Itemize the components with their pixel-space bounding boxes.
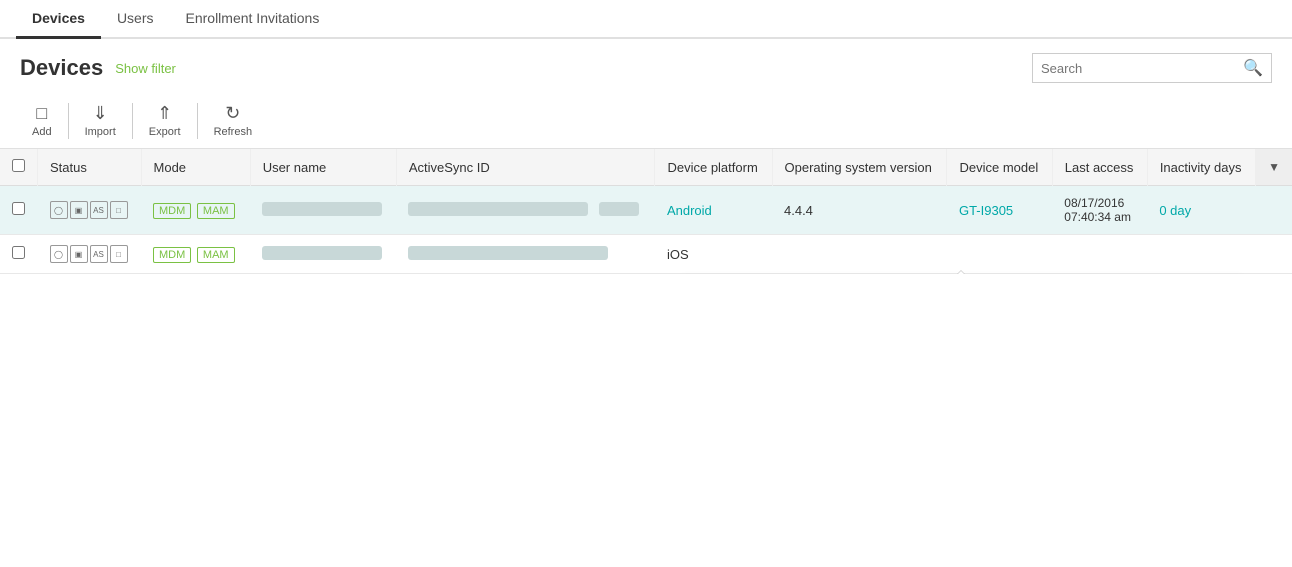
sep-3 (197, 103, 198, 139)
row2-status-icons: ◯ ▣ AS □ (50, 245, 130, 263)
row1-status-icons: ◯ ▣ AS □ (50, 201, 130, 219)
row1-os: 4.4.4 (772, 186, 947, 235)
badge-mam: MAM (197, 203, 235, 219)
android-link[interactable]: Android (667, 203, 712, 218)
row2-os (772, 235, 947, 274)
refresh-label: Refresh (214, 126, 253, 138)
tab-users[interactable]: Users (101, 0, 170, 39)
row2-checkbox[interactable] (12, 246, 25, 259)
row2-status-icon-as: AS (90, 245, 108, 263)
table-container: Status Mode User name ActiveSync ID Devi… (0, 149, 1292, 274)
gt-link[interactable]: GT-I9305 (959, 203, 1013, 218)
page-header: Devices Show filter 🔍 (0, 39, 1292, 93)
col-select-all[interactable] (0, 149, 38, 186)
row2-badge-mam: MAM (197, 247, 235, 263)
col-last-access: Last access (1052, 149, 1147, 186)
export-button[interactable]: ⇑ Export (137, 99, 193, 142)
row2-platform: iOS (655, 235, 772, 274)
row1-checkbox[interactable] (12, 202, 25, 215)
row2-username (250, 235, 396, 274)
col-status: Status (38, 149, 142, 186)
row2-status-icon-3: □ (110, 245, 128, 263)
row2-checkbox-cell[interactable] (0, 235, 38, 274)
page-header-left: Devices Show filter (20, 55, 176, 81)
col-activesync: ActiveSync ID (396, 149, 655, 186)
row1-activesync-blurred2 (599, 202, 639, 216)
import-button[interactable]: ⇓ Import (73, 99, 128, 142)
add-icon: □ (36, 103, 47, 124)
col-device-model: Device model (947, 149, 1052, 186)
refresh-icon: ↻ (225, 103, 240, 124)
page-title: Devices (20, 55, 103, 81)
row2-badge-mdm: MDM (153, 247, 191, 263)
col-inactivity: Inactivity days (1147, 149, 1255, 186)
row2-activesync-blurred (408, 246, 608, 260)
row1-mode: MDM MAM (141, 186, 250, 235)
add-label: Add (32, 126, 52, 138)
row2-inactivity (1147, 235, 1255, 274)
sep-1 (68, 103, 69, 139)
row2-mode: MDM MAM (141, 235, 250, 274)
row1-username-blurred (262, 202, 382, 216)
row1-username (250, 186, 396, 235)
search-input[interactable] (1041, 61, 1243, 76)
toolbar: □ Add ⇓ Import ⇑ Export ↻ Refresh (0, 93, 1292, 149)
row2-last-access (1052, 235, 1147, 274)
row1-inactivity: 0 day (1147, 186, 1255, 235)
table-row[interactable]: ◯ ▣ AS □ MDM MAM iOS (0, 235, 1292, 274)
status-icon-as: AS (90, 201, 108, 219)
devices-table: Status Mode User name ActiveSync ID Devi… (0, 149, 1292, 274)
col-mode: Mode (141, 149, 250, 186)
row2-model (947, 235, 1052, 274)
import-icon: ⇓ (93, 103, 108, 124)
tab-enrollment-invitations[interactable]: Enrollment Invitations (170, 0, 336, 39)
col-username: User name (250, 149, 396, 186)
top-nav: Devices Users Enrollment Invitations (0, 0, 1292, 39)
row1-expand (1256, 186, 1292, 235)
select-all-checkbox[interactable] (12, 159, 25, 172)
row1-model: GT-I9305 (947, 186, 1052, 235)
row1-activesync-blurred (408, 202, 588, 216)
popup-caret (951, 270, 971, 274)
row1-activesync (396, 186, 655, 235)
badge-mdm: MDM (153, 203, 191, 219)
expand-cols-button[interactable]: ▼ (1256, 149, 1292, 186)
status-icon-1: ◯ (50, 201, 68, 219)
row2-status-icon-2: ▣ (70, 245, 88, 263)
status-icon-2: ▣ (70, 201, 88, 219)
col-device-platform: Device platform (655, 149, 772, 186)
row2-expand (1256, 235, 1292, 274)
row2-status-icon-1: ◯ (50, 245, 68, 263)
row1-last-access: 08/17/201607:40:34 am (1052, 186, 1147, 235)
export-icon: ⇑ (157, 103, 172, 124)
row2-status: ◯ ▣ AS □ (38, 235, 142, 274)
sep-2 (132, 103, 133, 139)
search-box[interactable]: 🔍 (1032, 53, 1272, 83)
row1-platform: Android (655, 186, 772, 235)
row2-username-blurred (262, 246, 382, 260)
table-row[interactable]: ◯ ▣ AS □ MDM MAM (0, 186, 1292, 235)
refresh-button[interactable]: ↻ Refresh (202, 99, 265, 142)
row1-status: ◯ ▣ AS □ (38, 186, 142, 235)
add-button[interactable]: □ Add (20, 99, 64, 142)
status-icon-3: □ (110, 201, 128, 219)
row1-checkbox-cell[interactable] (0, 186, 38, 235)
show-filter-link[interactable]: Show filter (115, 61, 176, 76)
search-icon: 🔍 (1243, 58, 1263, 78)
col-os-version: Operating system version (772, 149, 947, 186)
import-label: Import (85, 126, 116, 138)
export-label: Export (149, 126, 181, 138)
tab-devices[interactable]: Devices (16, 0, 101, 39)
row2-activesync (396, 235, 655, 274)
